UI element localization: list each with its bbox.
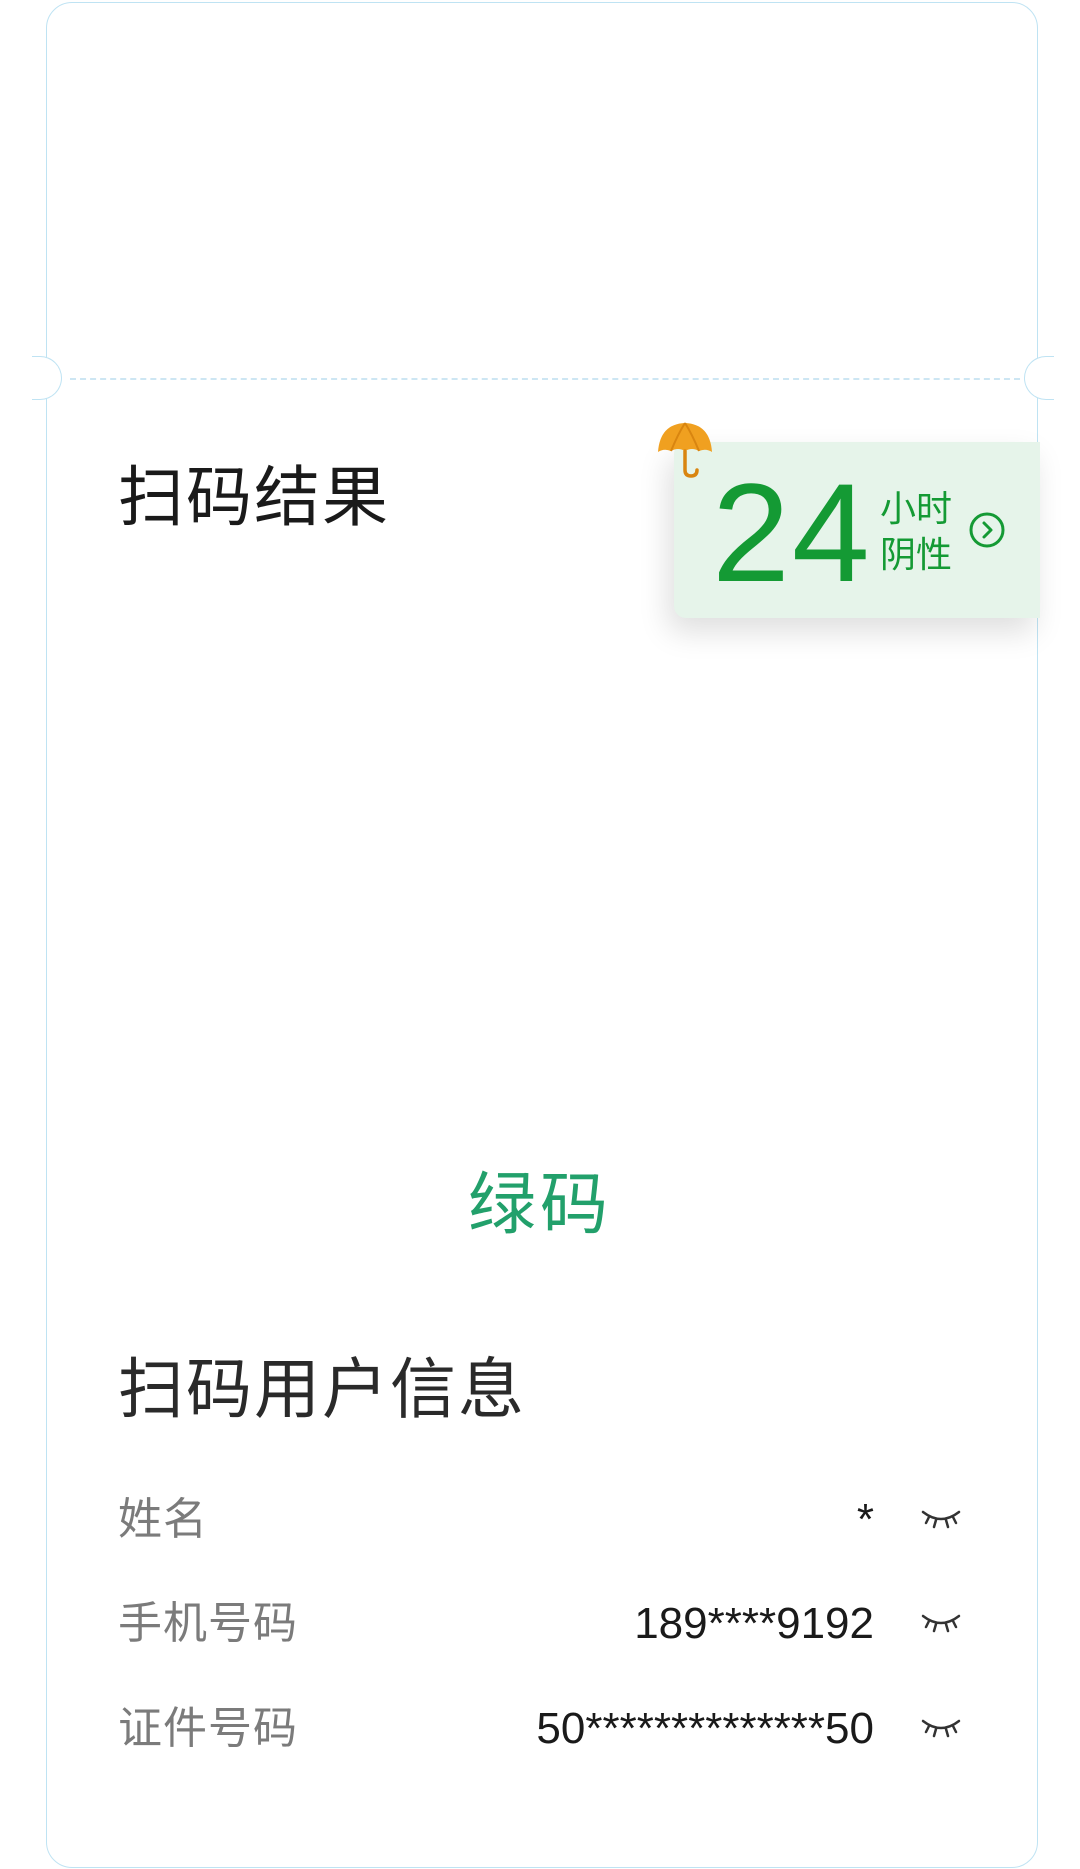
info-row-phone: 手机号码 189****9192: [0, 1590, 1080, 1660]
chevron-right-circle-icon[interactable]: [968, 511, 1006, 549]
umbrella-icon: [658, 422, 712, 478]
name-value: *: [856, 1495, 874, 1544]
info-row-id-number: 证件号码 50**************50: [0, 1695, 1080, 1765]
user-info-title: 扫码用户信息: [118, 1351, 526, 1428]
phone-value: 189****9192: [634, 1599, 874, 1648]
negative-hours-unit: 小时: [880, 489, 953, 530]
id-number-label: 证件号码: [118, 1703, 298, 1754]
health-code-status: 绿码: [467, 1166, 612, 1245]
info-row-name: 姓名 *: [0, 1486, 1080, 1556]
phone-label: 手机号码: [118, 1598, 298, 1649]
eye-closed-icon[interactable]: [920, 1713, 962, 1741]
result-card: [46, 2, 1038, 1868]
scan-result-title: 扫码结果: [118, 459, 390, 536]
negative-status-label: 阴性: [880, 535, 953, 576]
eye-closed-icon[interactable]: [920, 1504, 962, 1532]
id-number-value: 50**************50: [536, 1704, 874, 1753]
eye-closed-icon[interactable]: [920, 1608, 962, 1636]
page: 扫码结果 24 小时 阴性 绿码 扫码用户信息 姓名 * 手机号码 189***…: [0, 0, 1080, 1869]
name-label: 姓名: [118, 1494, 208, 1545]
negative-hours-number: 24: [712, 454, 872, 611]
ticket-divider: [70, 378, 1020, 380]
